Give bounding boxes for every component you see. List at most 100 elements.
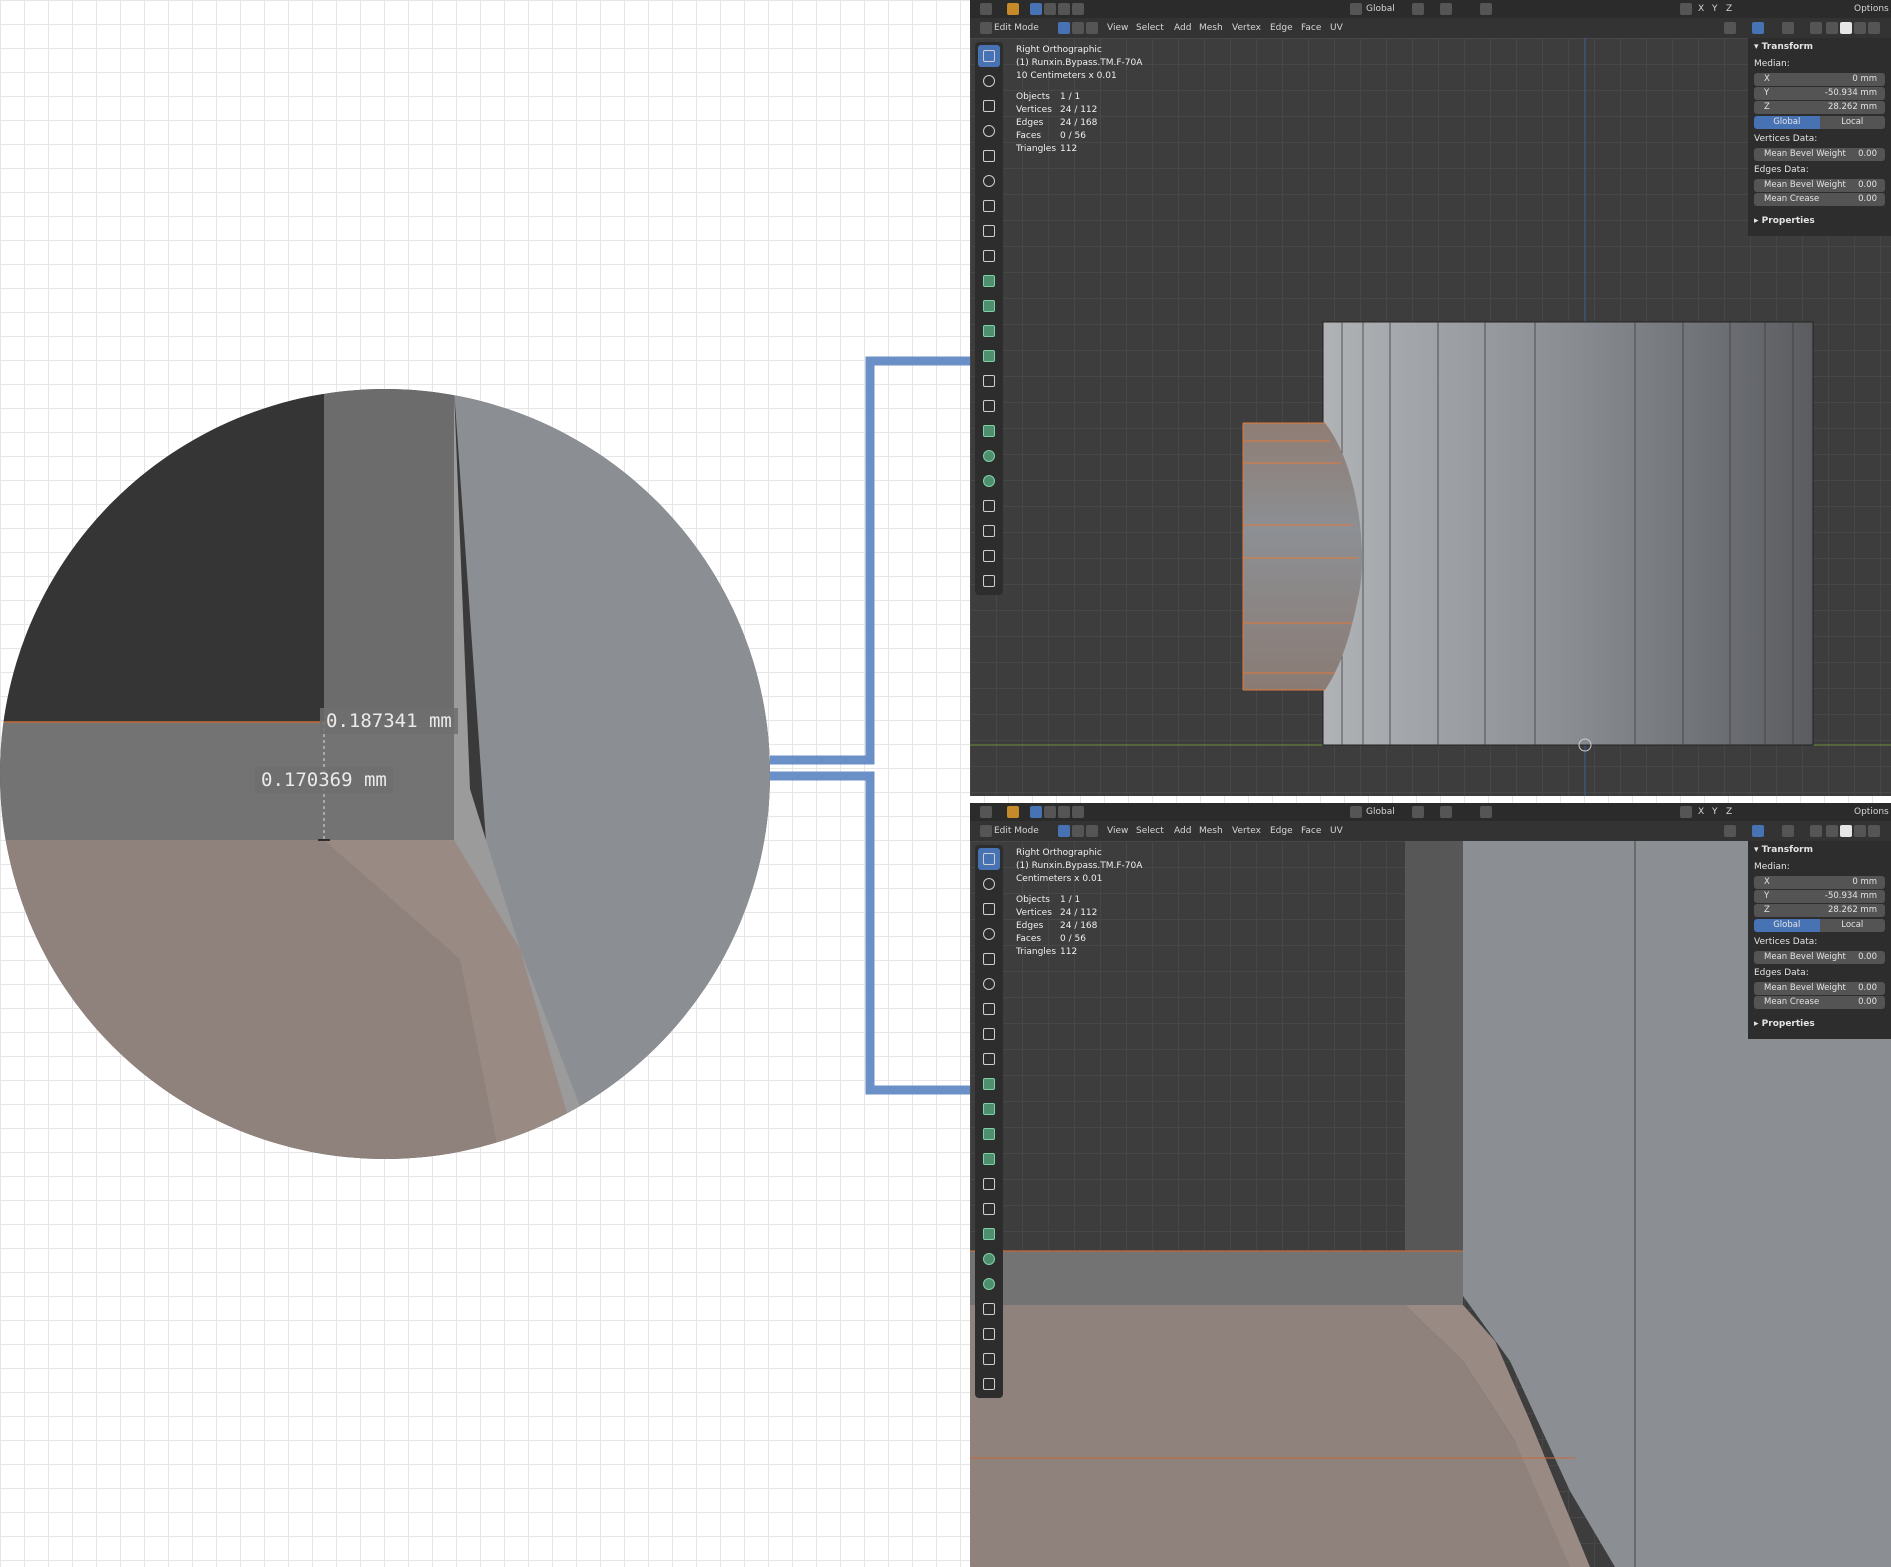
inset-tool-icon[interactable] xyxy=(978,295,1000,317)
vertex-bevel-weight-field[interactable]: Mean Bevel Weight 0.00 xyxy=(1754,951,1885,964)
mirror-icon[interactable] xyxy=(1680,806,1692,818)
edge-select-icon[interactable] xyxy=(1072,825,1084,837)
shading-material-icon[interactable] xyxy=(1854,825,1866,837)
poly-build-tool-icon[interactable] xyxy=(978,1198,1000,1220)
knife-tool-icon[interactable] xyxy=(978,1173,1000,1195)
menu-vertex[interactable]: Vertex xyxy=(1232,23,1261,33)
select-invert-icon[interactable] xyxy=(1072,3,1084,15)
menu-uv[interactable]: UV xyxy=(1330,23,1343,33)
options-menu[interactable]: Options xyxy=(1854,4,1889,14)
menu-mesh[interactable]: Mesh xyxy=(1199,826,1223,836)
properties-panel-header[interactable]: ▸ Properties xyxy=(1748,212,1891,230)
shrink-fatten-tool-icon[interactable] xyxy=(978,520,1000,542)
poly-build-tool-icon[interactable] xyxy=(978,395,1000,417)
bevel-tool-icon[interactable] xyxy=(978,320,1000,342)
pivot-icon[interactable] xyxy=(1412,806,1424,818)
add-cube-tool-icon[interactable] xyxy=(978,1048,1000,1070)
vertex-select-icon[interactable] xyxy=(1058,22,1070,34)
measure-tool-icon[interactable] xyxy=(978,1023,1000,1045)
vertex-bevel-weight-field[interactable]: Mean Bevel Weight 0.00 xyxy=(1754,148,1885,161)
shading-rendered-icon[interactable] xyxy=(1868,825,1880,837)
extrude-tool-icon[interactable] xyxy=(978,270,1000,292)
scale-tool-icon[interactable] xyxy=(978,948,1000,970)
visibility-icon[interactable] xyxy=(1724,22,1736,34)
shading-wire-icon[interactable] xyxy=(1826,825,1838,837)
spin-tool-icon[interactable] xyxy=(978,420,1000,442)
mode-icon[interactable] xyxy=(980,825,992,837)
select-tool-icon[interactable] xyxy=(978,45,1000,67)
edge-slide-tool-icon[interactable] xyxy=(978,495,1000,517)
menu-edge[interactable]: Edge xyxy=(1270,826,1293,836)
loop-cut-tool-icon[interactable] xyxy=(978,345,1000,367)
global-button[interactable]: Global xyxy=(1754,919,1820,932)
overlay-icon[interactable] xyxy=(1782,22,1794,34)
edge-select-icon[interactable] xyxy=(1072,22,1084,34)
snap-icon[interactable] xyxy=(1440,3,1452,15)
pivot-icon[interactable] xyxy=(1412,3,1424,15)
vertex-select-icon[interactable] xyxy=(1058,825,1070,837)
menu-select[interactable]: Select xyxy=(1136,826,1164,836)
mode-dropdown[interactable]: Edit Mode xyxy=(994,23,1039,33)
transform-tool-icon[interactable] xyxy=(978,973,1000,995)
transform-panel-header[interactable]: ▾ Transform xyxy=(1748,841,1891,859)
mirror-icon[interactable] xyxy=(1680,3,1692,15)
editor-type-icon[interactable] xyxy=(980,3,992,15)
move-tool-icon[interactable] xyxy=(978,898,1000,920)
menu-vertex[interactable]: Vertex xyxy=(1232,826,1261,836)
menu-mesh[interactable]: Mesh xyxy=(1199,23,1223,33)
annotate-tool-icon[interactable] xyxy=(978,998,1000,1020)
select-extend-icon[interactable] xyxy=(1044,3,1056,15)
smooth-tool-icon[interactable] xyxy=(978,1248,1000,1270)
median-z-field[interactable]: Z 28.262 mm xyxy=(1754,904,1885,917)
proportional-edit-icon[interactable] xyxy=(1480,3,1492,15)
face-select-icon[interactable] xyxy=(1086,22,1098,34)
menu-view[interactable]: View xyxy=(1107,23,1128,33)
local-button[interactable]: Local xyxy=(1819,116,1885,129)
cursor-tool-icon[interactable] xyxy=(978,873,1000,895)
axis-x-toggle[interactable]: X xyxy=(1698,4,1704,14)
inset-tool-icon[interactable] xyxy=(978,1098,1000,1120)
xray-icon[interactable] xyxy=(1810,22,1822,34)
smooth-tool-icon[interactable] xyxy=(978,445,1000,467)
edge-bevel-weight-field[interactable]: Mean Bevel Weight 0.00 xyxy=(1754,982,1885,995)
menu-edge[interactable]: Edge xyxy=(1270,23,1293,33)
randomize-tool-icon[interactable] xyxy=(978,470,1000,492)
select-extend-icon[interactable] xyxy=(1044,806,1056,818)
orientation-dropdown[interactable]: Global xyxy=(1366,4,1395,14)
editor-type-icon[interactable] xyxy=(980,806,992,818)
axis-y-toggle[interactable]: Y xyxy=(1712,807,1718,817)
select-subtract-icon[interactable] xyxy=(1058,3,1070,15)
rip-region-tool-icon[interactable] xyxy=(978,1373,1000,1395)
axis-z-toggle[interactable]: Z xyxy=(1726,807,1732,817)
transform-tool-icon[interactable] xyxy=(978,170,1000,192)
knife-tool-icon[interactable] xyxy=(978,370,1000,392)
shading-solid-icon[interactable] xyxy=(1840,22,1852,34)
xray-icon[interactable] xyxy=(1810,825,1822,837)
edge-crease-field[interactable]: Mean Crease 0.00 xyxy=(1754,996,1885,1009)
shear-tool-icon[interactable] xyxy=(978,545,1000,567)
move-tool-icon[interactable] xyxy=(978,95,1000,117)
shrink-fatten-tool-icon[interactable] xyxy=(978,1323,1000,1345)
annotate-tool-icon[interactable] xyxy=(978,195,1000,217)
add-cube-tool-icon[interactable] xyxy=(978,245,1000,267)
menu-select[interactable]: Select xyxy=(1136,23,1164,33)
select-invert-icon[interactable] xyxy=(1072,806,1084,818)
shear-tool-icon[interactable] xyxy=(978,1348,1000,1370)
axis-x-toggle[interactable]: X xyxy=(1698,807,1704,817)
options-menu[interactable]: Options xyxy=(1854,807,1889,817)
mode-dropdown[interactable]: Edit Mode xyxy=(994,826,1039,836)
select-mode-icon[interactable] xyxy=(1007,806,1019,818)
shading-rendered-icon[interactable] xyxy=(1868,22,1880,34)
face-select-icon[interactable] xyxy=(1086,825,1098,837)
overlay-icon[interactable] xyxy=(1782,825,1794,837)
bevel-tool-icon[interactable] xyxy=(978,1123,1000,1145)
menu-add[interactable]: Add xyxy=(1174,826,1191,836)
select-box-icon[interactable] xyxy=(1030,806,1042,818)
shading-material-icon[interactable] xyxy=(1854,22,1866,34)
shading-solid-icon[interactable] xyxy=(1840,825,1852,837)
scale-tool-icon[interactable] xyxy=(978,145,1000,167)
extrude-tool-icon[interactable] xyxy=(978,1073,1000,1095)
orientation-icon[interactable] xyxy=(1350,3,1362,15)
median-y-field[interactable]: Y -50.934 mm xyxy=(1754,87,1885,100)
menu-uv[interactable]: UV xyxy=(1330,826,1343,836)
